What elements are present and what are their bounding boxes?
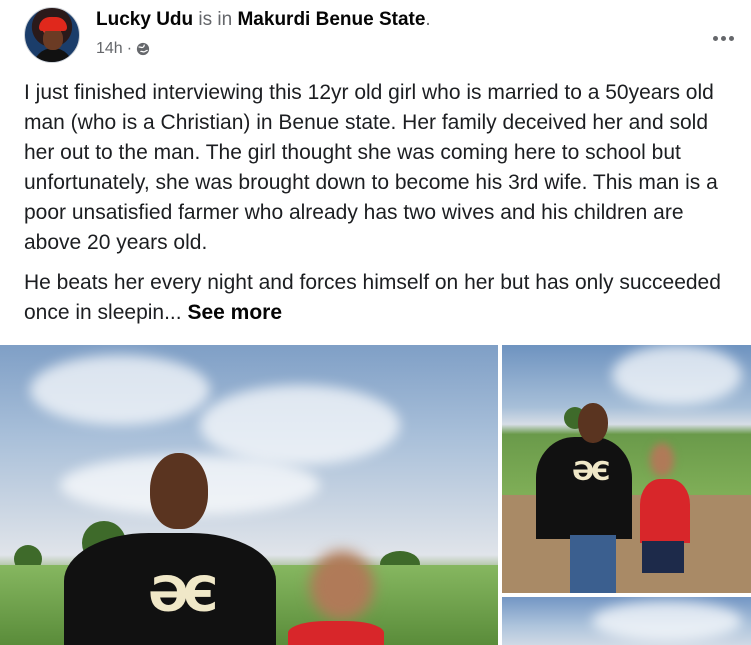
period-text: . <box>425 9 431 30</box>
is-in-text: is in <box>198 9 233 30</box>
post-paragraph-2: He beats her every night and forces hims… <box>24 268 724 328</box>
author-avatar[interactable] <box>24 7 80 63</box>
post-meta: 14h · <box>96 39 150 59</box>
post-paragraph-2-text: He beats her every night and forces hims… <box>24 271 721 324</box>
post-photo-side-1[interactable]: ƏЄ <box>502 345 751 593</box>
meta-separator: · <box>126 40 133 57</box>
more-options-icon[interactable] <box>708 28 738 48</box>
post-paragraph-1: I just finished interviewing this 12yr o… <box>24 81 718 254</box>
location-link[interactable]: Makurdi Benue State <box>237 9 425 30</box>
post-text: I just finished interviewing this 12yr o… <box>24 78 724 328</box>
post-photo-main[interactable]: ƏЄ <box>0 345 498 645</box>
post-photo-side-2[interactable] <box>502 597 751 645</box>
post-card: Lucky Udu is in Makurdi Benue State. 14h… <box>0 0 751 645</box>
globe-icon[interactable] <box>136 42 150 56</box>
post-header: Lucky Udu is in Makurdi Benue State. 14h… <box>24 6 734 63</box>
author-name[interactable]: Lucky Udu <box>96 9 193 30</box>
see-more-link[interactable]: See more <box>187 301 282 324</box>
post-title-line: Lucky Udu is in Makurdi Benue State. <box>96 8 431 32</box>
post-timestamp[interactable]: 14h <box>96 39 123 59</box>
